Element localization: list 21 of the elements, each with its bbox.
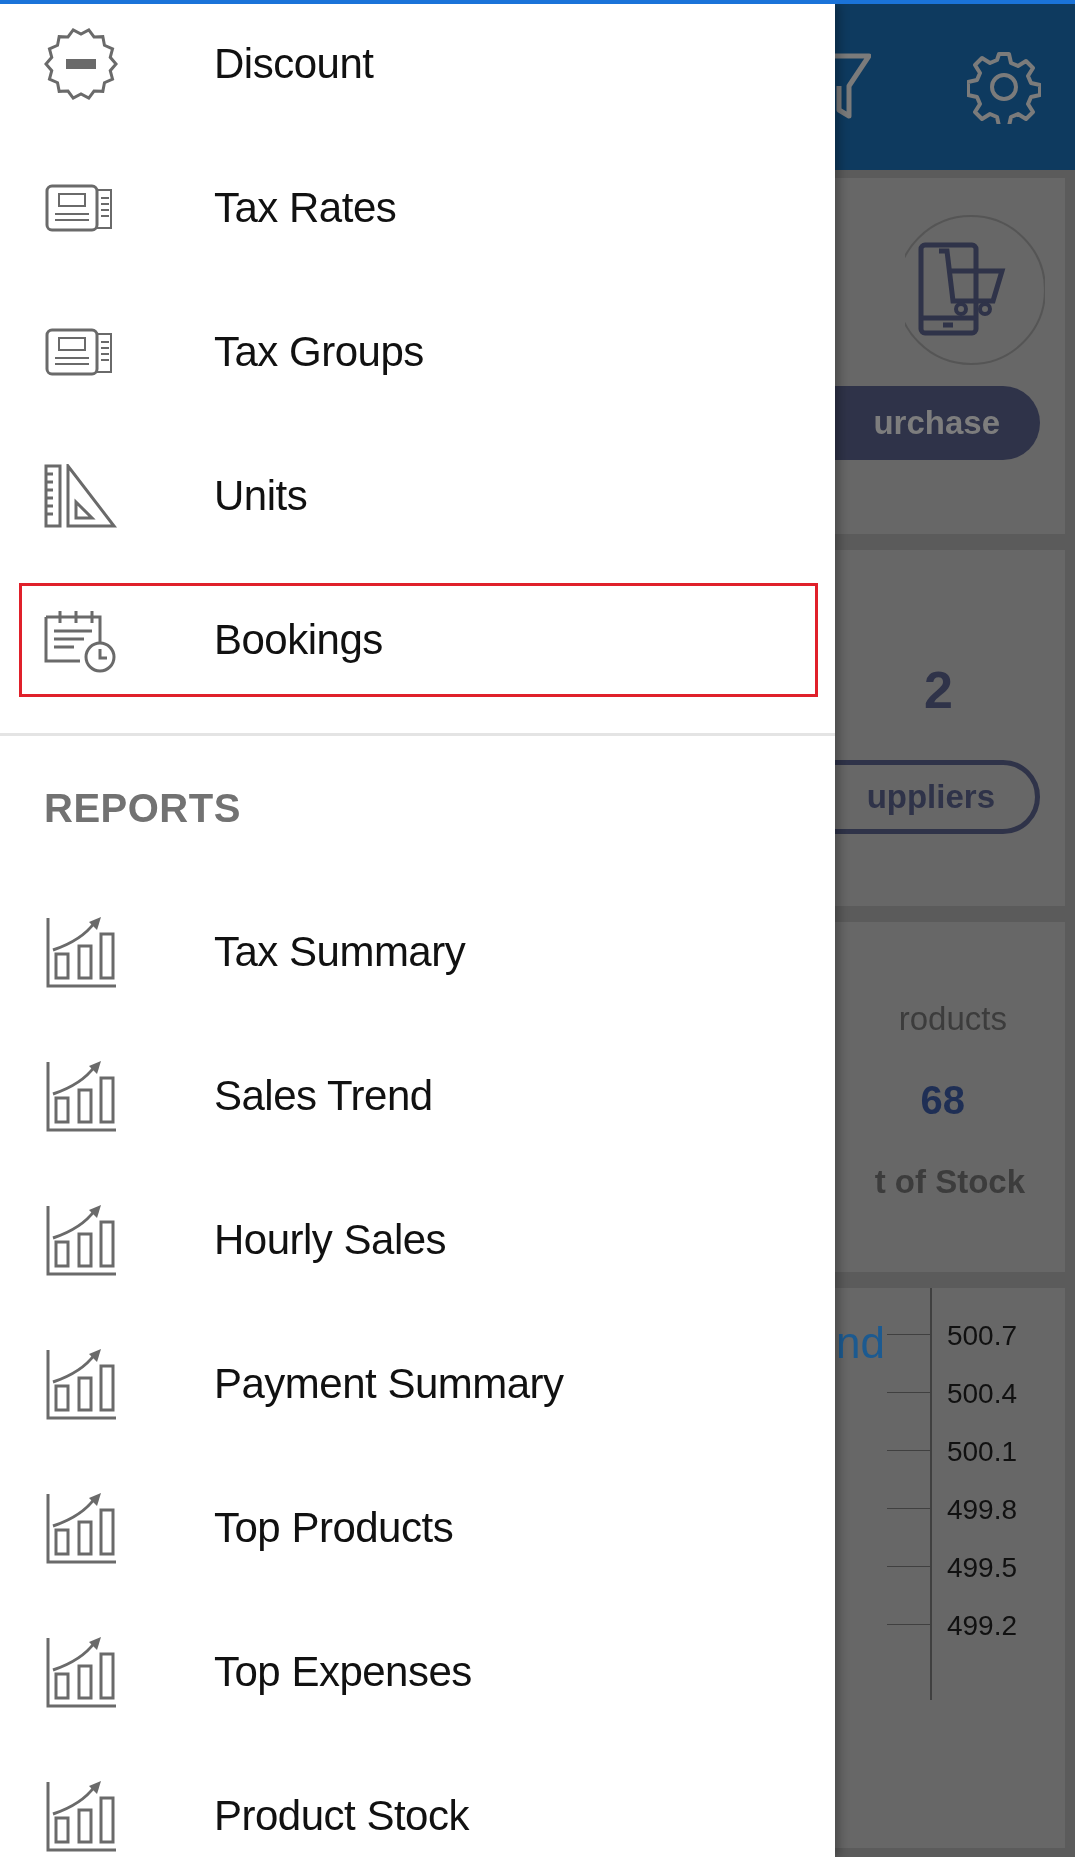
- menu-item[interactable]: Bookings: [19, 583, 818, 697]
- bar-chart-icon: [45, 1780, 117, 1852]
- bar-chart-icon: [45, 1348, 117, 1420]
- axis-label: 499.8: [946, 1494, 1017, 1526]
- sale-tag-icon: [44, 27, 118, 101]
- bar-chart-icon: [45, 1204, 117, 1276]
- products-count: 68: [920, 1078, 965, 1122]
- chart-title: nd: [835, 1318, 885, 1367]
- section-header: REPORTS: [44, 785, 241, 831]
- axis-label: 500.4: [946, 1378, 1017, 1410]
- axis-label: 499.2: [946, 1610, 1017, 1642]
- supplier-count: 2: [924, 661, 953, 719]
- axis-label: 499.5: [946, 1552, 1017, 1584]
- bar-chart-icon: [45, 1492, 117, 1564]
- settings-icon[interactable]: [967, 50, 1041, 124]
- bar-chart-icon: [45, 1060, 117, 1132]
- bar-chart-icon: [45, 916, 117, 988]
- axis-label: 500.1: [946, 1436, 1017, 1468]
- axis-label: 500.7: [946, 1320, 1017, 1352]
- bar-chart-icon: [45, 1636, 117, 1708]
- ruler-triangle-icon: [44, 464, 118, 528]
